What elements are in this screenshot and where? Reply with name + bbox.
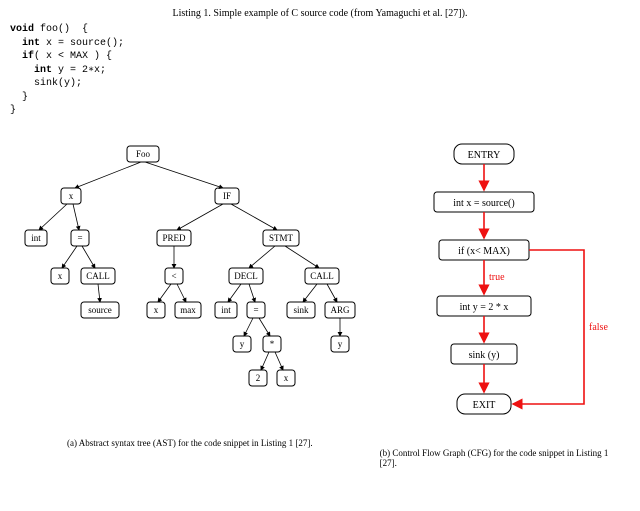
svg-text:STMT: STMT <box>269 233 294 243</box>
figures-row: Foo x IF int <box>10 138 630 468</box>
svg-text:EXIT: EXIT <box>472 400 495 411</box>
svg-text:y: y <box>240 339 245 349</box>
svg-text:<: < <box>171 271 176 281</box>
svg-text:x: x <box>58 271 63 281</box>
code-snippet: void foo() { int x = source(); if( x < M… <box>10 23 630 118</box>
svg-text:x: x <box>284 373 289 383</box>
kw: if <box>10 51 34 62</box>
cfg-svg: ENTRY int x = source() if (x< MAX) int y… <box>434 144 608 414</box>
code: sink(y); <box>10 78 82 89</box>
svg-text:sink (y): sink (y) <box>468 350 499 361</box>
listing-caption: Listing 1. Simple example of C source co… <box>10 8 630 19</box>
svg-text:int: int <box>31 233 41 243</box>
figure-cfg: ENTRY int x = source() if (x< MAX) int y… <box>380 138 628 468</box>
svg-text:int x = source(): int x = source() <box>453 198 514 209</box>
subcaption-b: (b) Control Flow Graph (CFG) for the cod… <box>380 448 628 468</box>
code: x = source(); <box>40 38 124 49</box>
ast-svg: Foo x IF int <box>25 146 355 386</box>
code: y = 2∗x; <box>52 65 106 76</box>
svg-text:Foo: Foo <box>136 149 151 159</box>
code: } <box>10 92 28 103</box>
ast-diagram: Foo x IF int <box>10 138 370 428</box>
kw: int <box>10 38 40 49</box>
svg-text:y: y <box>338 339 343 349</box>
svg-text:=: = <box>77 233 82 243</box>
svg-text:if (x< MAX): if (x< MAX) <box>458 246 510 257</box>
svg-text:CALL: CALL <box>86 271 110 281</box>
svg-text:x: x <box>69 191 74 201</box>
svg-text:ENTRY: ENTRY <box>467 150 500 161</box>
code: ( x < MAX ) { <box>34 51 112 62</box>
svg-text:max: max <box>180 305 196 315</box>
svg-text:false: false <box>589 322 608 333</box>
svg-text:sink: sink <box>293 305 309 315</box>
svg-text:2: 2 <box>256 373 261 383</box>
svg-text:=: = <box>253 305 258 315</box>
svg-text:ARG: ARG <box>330 305 350 315</box>
svg-text:CALL: CALL <box>310 271 334 281</box>
code: foo() { <box>34 24 88 35</box>
code: } <box>10 105 16 116</box>
kw: void <box>10 24 34 35</box>
svg-text:true: true <box>489 272 505 283</box>
svg-text:int: int <box>221 305 231 315</box>
svg-text:PRED: PRED <box>162 233 186 243</box>
subcaption-a: (a) Abstract syntax tree (AST) for the c… <box>10 438 370 448</box>
svg-text:int y = 2 * x: int y = 2 * x <box>459 302 508 313</box>
svg-text:x: x <box>154 305 159 315</box>
kw: int <box>10 65 52 76</box>
svg-text:IF: IF <box>223 191 231 201</box>
svg-text:DECL: DECL <box>234 271 258 281</box>
svg-text:source: source <box>88 305 112 315</box>
figure-ast: Foo x IF int <box>10 138 370 468</box>
cfg-diagram: ENTRY int x = source() if (x< MAX) int y… <box>380 138 628 438</box>
svg-text:*: * <box>270 339 275 349</box>
